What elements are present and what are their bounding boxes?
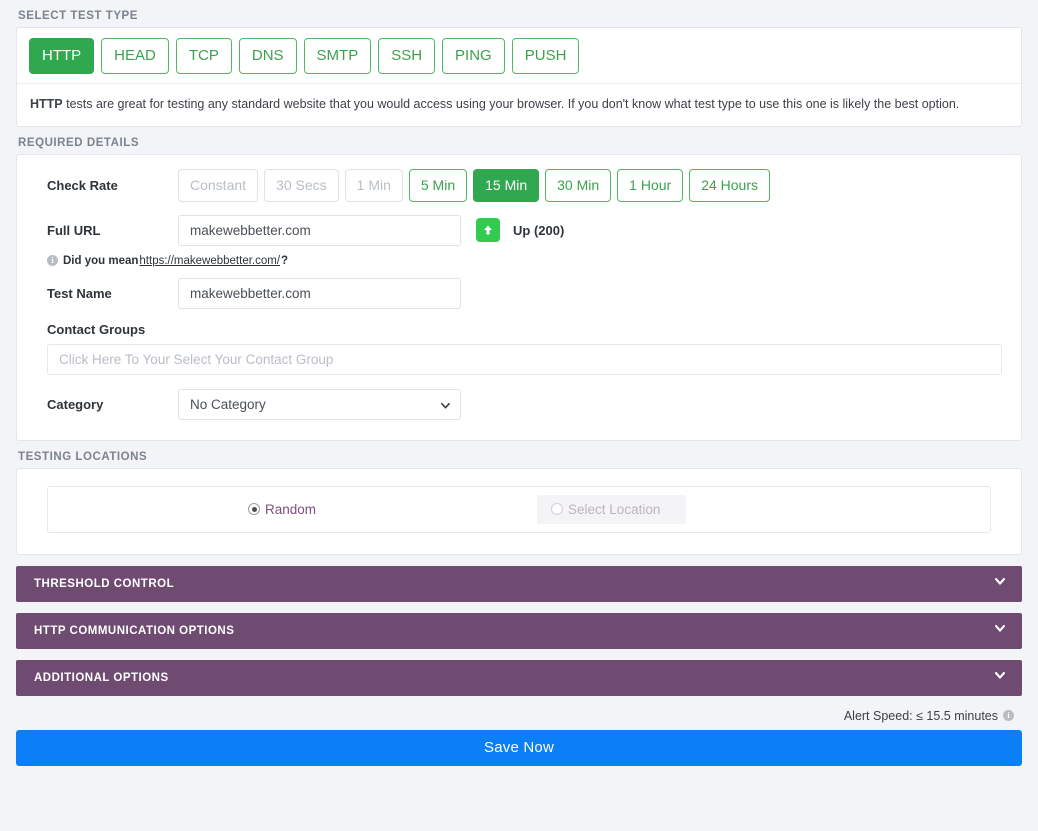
contact-groups-row: Contact Groups [30,322,1008,375]
test-type-dns[interactable]: DNS [238,38,297,74]
testing-locations-body: Random Select Location [17,469,1021,554]
test-type-panel: HTTP HEAD TCP DNS SMTP SSH PING PUSH HTT… [16,27,1022,127]
radio-selected-icon [248,503,260,516]
test-type-ping[interactable]: PING [442,38,505,74]
arrow-up-icon [476,218,500,243]
accordion-additional-options[interactable]: ADDITIONAL OPTIONS [16,659,1022,696]
check-rate-button-group: Constant 30 Secs 1 Min 5 Min 15 Min 30 M… [178,168,771,202]
category-label: Category [47,396,104,412]
check-rate-30-min[interactable]: 30 Min [545,168,612,202]
chevron-down-icon [993,621,1007,640]
info-icon: i [47,255,58,267]
location-random-label: Random [265,501,317,517]
contact-groups-label: Contact Groups [47,321,146,337]
location-options: Random Select Location [47,485,991,533]
test-type-head[interactable]: HEAD [101,38,169,74]
accordion-threshold-control-title: THRESHOLD CONTROL [34,577,175,590]
test-type-http[interactable]: HTTP [29,38,95,74]
chevron-down-icon [993,574,1007,593]
test-type-tcp[interactable]: TCP [175,38,232,74]
alert-speed-row: Alert Speed: ≤ 15.5 minutes i [16,696,1022,730]
test-type-description: HTTP tests are great for testing any sta… [17,84,1021,126]
section-header-required-details: REQUIRED DETAILS [18,136,140,149]
full-url-row: Full URL Up (200) [30,214,1008,246]
category-select-wrapper: No Category [178,388,461,420]
alert-speed-label: Alert Speed: ≤ 15.5 minutes [843,708,998,723]
did-you-mean-link[interactable]: https://makewebbetter.com/ [139,255,280,267]
category-select[interactable]: No Category [178,388,461,420]
check-rate-24-hours[interactable]: 24 Hours [689,168,771,202]
new-test-form: SELECT TEST TYPE HTTP HEAD TCP DNS SMTP … [0,0,1038,831]
test-name-label: Test Name [47,285,112,301]
check-rate-30-secs: 30 Secs [264,168,339,202]
contact-groups-input[interactable] [47,343,1002,375]
check-rate-1-min: 1 Min [344,168,403,202]
chevron-down-icon [993,668,1007,687]
accordion-threshold-control[interactable]: THRESHOLD CONTROL [16,565,1022,602]
check-rate-1-hour[interactable]: 1 Hour [617,168,684,202]
did-you-mean-suffix: ? [281,254,289,267]
test-type-ssh[interactable]: SSH [378,38,436,74]
section-header-testing-locations: TESTING LOCATIONS [18,450,148,463]
save-button[interactable]: Save Now [16,729,1022,766]
test-type-button-group: HTTP HEAD TCP DNS SMTP SSH PING PUSH [17,28,1021,84]
did-you-mean-hint: i Did you mean https://makewebbetter.com… [30,255,1008,267]
test-type-description-bold: HTTP [30,97,63,111]
check-rate-label: Check Rate [47,177,118,193]
radio-unselected-icon [551,503,564,516]
check-rate-15-min[interactable]: 15 Min [473,168,540,202]
test-name-row: Test Name [30,277,1008,309]
location-option-select-location: Select Location [537,494,687,524]
info-icon[interactable]: i [1003,710,1014,722]
check-rate-5-min[interactable]: 5 Min [408,168,468,202]
did-you-mean-prefix: Did you mean [63,254,139,267]
check-rate-constant: Constant [178,168,259,202]
check-rate-row: Check Rate Constant 30 Secs 1 Min 5 Min … [30,168,1008,202]
status-badge: Up (200) [513,222,565,238]
test-type-smtp[interactable]: SMTP [303,38,372,74]
test-name-input[interactable] [178,277,461,309]
full-url-input[interactable] [178,214,461,246]
required-details-body: Check Rate Constant 30 Secs 1 Min 5 Min … [17,155,1021,440]
test-type-description-text: tests are great for testing any standard… [62,97,960,111]
location-option-random[interactable]: Random [248,502,316,517]
test-type-push[interactable]: PUSH [511,38,580,74]
location-select-label: Select Location [568,501,661,517]
url-status: Up (200) [476,218,565,243]
accordion-http-communication-options[interactable]: HTTP COMMUNICATION OPTIONS [16,612,1022,649]
full-url-label: Full URL [47,222,101,238]
accordion-additional-options-title: ADDITIONAL OPTIONS [34,671,169,684]
accordion-http-communication-options-title: HTTP COMMUNICATION OPTIONS [34,624,235,637]
category-row: Category No Category [30,388,1008,420]
required-details-panel: Check Rate Constant 30 Secs 1 Min 5 Min … [16,153,1022,441]
testing-locations-panel: Random Select Location [16,467,1022,555]
section-header-test-type: SELECT TEST TYPE [18,10,138,22]
